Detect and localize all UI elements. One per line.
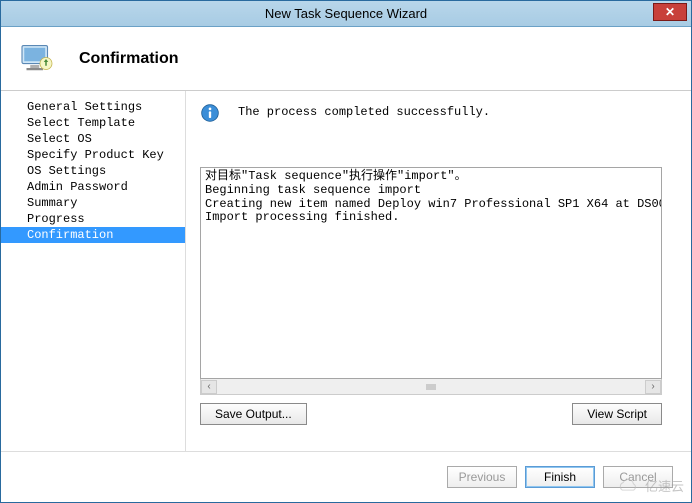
log-buttons-row: Save Output... View Script [200,403,662,425]
step-sidebar: General Settings Select Template Select … [1,91,186,451]
status-message: The process completed successfully. [238,103,490,119]
sidebar-item-label: Summary [27,196,77,210]
wizard-header: Confirmation [1,27,691,91]
sidebar-item-confirmation[interactable]: Confirmation [1,227,185,243]
content-pane: The process completed successfully. 对目标"… [186,91,691,451]
wizard-footer: Previous Finish Cancel [1,451,691,501]
log-line: 对目标"Task sequence"执行操作"import"。 [205,170,657,184]
sidebar-item-os-settings[interactable]: OS Settings [1,163,185,179]
wizard-body: General Settings Select Template Select … [1,91,691,451]
log-line: Import processing finished. [205,211,657,225]
sidebar-item-label: Progress [27,212,85,226]
log-line: Beginning task sequence import [205,184,657,198]
sidebar-item-label: OS Settings [27,164,106,178]
scroll-left-arrow-icon[interactable]: ‹ [201,380,217,394]
titlebar: New Task Sequence Wizard ✕ [1,1,691,27]
sidebar-item-label: Select Template [27,116,135,130]
monitor-icon [19,41,55,77]
cancel-button: Cancel [603,466,673,488]
sidebar-item-label: Select OS [27,132,92,146]
close-icon: ✕ [665,5,675,19]
finish-button[interactable]: Finish [525,466,595,488]
log-output[interactable]: 对目标"Task sequence"执行操作"import"。 Beginnin… [200,167,662,379]
sidebar-item-label: Confirmation [27,228,113,242]
info-icon [200,103,220,123]
scroll-thumb[interactable] [426,384,436,390]
sidebar-item-label: General Settings [27,100,142,114]
window-title: New Task Sequence Wizard [1,6,691,21]
close-button[interactable]: ✕ [653,3,687,21]
page-title: Confirmation [79,50,179,68]
status-row: The process completed successfully. [200,103,677,123]
sidebar-item-select-template[interactable]: Select Template [1,115,185,131]
sidebar-item-label: Specify Product Key [27,148,164,162]
horizontal-scrollbar[interactable]: ‹ › [200,379,662,395]
sidebar-item-specify-product-key[interactable]: Specify Product Key [1,147,185,163]
sidebar-item-label: Admin Password [27,180,128,194]
save-output-button[interactable]: Save Output... [200,403,307,425]
sidebar-item-general-settings[interactable]: General Settings [1,99,185,115]
view-script-button[interactable]: View Script [572,403,662,425]
previous-button: Previous [447,466,517,488]
sidebar-item-admin-password[interactable]: Admin Password [1,179,185,195]
log-line: Creating new item named Deploy win7 Prof… [205,198,657,212]
sidebar-item-summary[interactable]: Summary [1,195,185,211]
sidebar-item-select-os[interactable]: Select OS [1,131,185,147]
scroll-right-arrow-icon[interactable]: › [645,380,661,394]
sidebar-item-progress[interactable]: Progress [1,211,185,227]
